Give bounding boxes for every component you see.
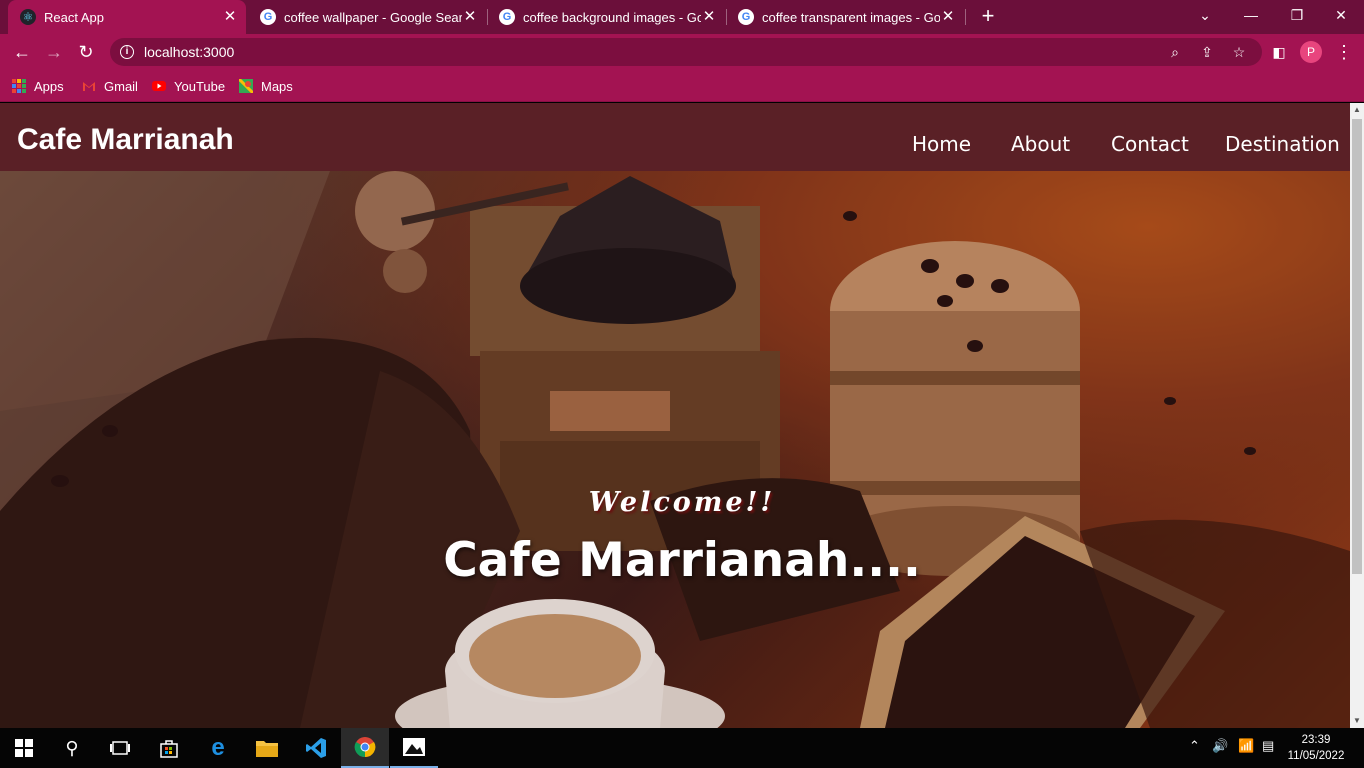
notification-icon[interactable]: ▤	[1262, 738, 1274, 754]
site-brand[interactable]: Cafe Marrianah	[17, 123, 234, 157]
close-icon[interactable]: ✕	[222, 9, 238, 25]
tab-title: coffee background images - Goo	[523, 9, 701, 25]
maps-icon	[239, 79, 253, 93]
gmail-icon	[83, 82, 95, 91]
info-icon[interactable]: i	[120, 45, 134, 59]
store-icon[interactable]	[145, 728, 193, 768]
edge-icon[interactable]: e	[194, 728, 242, 768]
restore-button[interactable]: ❐	[1274, 0, 1320, 30]
tab-title: React App	[44, 9, 104, 25]
tab-search-button[interactable]: ⌄	[1182, 0, 1228, 30]
hero-title: Cafe Marrianah....	[443, 533, 921, 588]
close-icon[interactable]: ✕	[701, 9, 717, 25]
close-window-button[interactable]: ✕	[1318, 0, 1364, 30]
tab-react-app[interactable]: ⚛ React App ✕	[8, 0, 246, 34]
clock-time: 23:39	[1301, 734, 1331, 746]
task-view-icon[interactable]	[96, 728, 144, 768]
bookmark-label: Gmail	[104, 78, 138, 94]
hero-overlay	[0, 171, 1350, 728]
address-bar[interactable]: i localhost:3000 ⌕ ⇪ ☆	[110, 38, 1262, 66]
scroll-thumb[interactable]	[1352, 119, 1362, 574]
site-navbar: Cafe Marrianah Home About Contact Destin…	[0, 103, 1350, 171]
volume-icon[interactable]: 🔊	[1212, 738, 1228, 754]
share-icon[interactable]: ⇪	[1198, 43, 1216, 61]
file-explorer-icon[interactable]	[243, 728, 291, 768]
vscode-icon[interactable]	[292, 728, 340, 768]
tab-coffee-background[interactable]: G coffee background images - Goo ✕	[487, 0, 725, 34]
reload-button[interactable]: ↻	[74, 40, 98, 64]
google-icon: G	[499, 9, 515, 25]
tab-title: coffee wallpaper - Google Search	[284, 9, 462, 25]
clock-date: 11/05/2022	[1287, 750, 1345, 762]
react-icon: ⚛	[20, 9, 36, 25]
browser-tabstrip: ⚛ React App ✕ G coffee wallpaper - Googl…	[0, 0, 1364, 34]
nav-home[interactable]: Home	[912, 132, 971, 156]
bookmarks-bar: Apps Gmail YouTube Maps	[0, 70, 1364, 102]
windows-taskbar: ⚲ e ⌃ 🔊 📶 ▤ 23:39 11/05/2022	[0, 728, 1364, 768]
bookmark-label: YouTube	[174, 78, 226, 94]
tab-title: coffee transparent images - Goo	[762, 9, 940, 25]
system-clock[interactable]: 23:39 11/05/2022	[1284, 732, 1348, 764]
bookmark-youtube[interactable]: YouTube	[152, 76, 225, 96]
nav-destination[interactable]: Destination	[1225, 132, 1340, 156]
bookmark-maps[interactable]: Maps	[239, 76, 293, 96]
apps-icon	[12, 79, 26, 93]
hero-welcome: Welcome!!	[588, 487, 776, 518]
menu-button[interactable]: ⋮	[1332, 40, 1356, 64]
photos-icon[interactable]	[390, 728, 438, 768]
page-viewport: Cafe Marrianah Home About Contact Destin…	[0, 103, 1350, 728]
tab-separator	[965, 9, 966, 25]
profile-avatar[interactable]: P	[1300, 41, 1322, 63]
url-text: localhost:3000	[144, 44, 235, 60]
zoom-icon[interactable]: ⌕	[1166, 43, 1184, 61]
browser-toolbar: ← → ↻ i localhost:3000 ⌕ ⇪ ☆ ◧ P ⋮	[0, 34, 1364, 70]
side-panel-button[interactable]: ◧	[1267, 40, 1291, 64]
chevron-up-icon[interactable]: ⌃	[1189, 738, 1200, 754]
nav-contact[interactable]: Contact	[1111, 132, 1189, 156]
forward-button[interactable]: →	[42, 40, 66, 64]
search-icon[interactable]: ⚲	[48, 728, 96, 768]
youtube-icon	[152, 81, 166, 91]
scroll-up-arrow[interactable]: ▲	[1350, 103, 1364, 117]
bookmark-apps[interactable]: Apps	[12, 76, 64, 96]
nav-about[interactable]: About	[1011, 132, 1070, 156]
bookmark-star-icon[interactable]: ☆	[1230, 43, 1248, 61]
close-icon[interactable]: ✕	[462, 9, 478, 25]
page-scrollbar[interactable]: ▲ ▼	[1350, 103, 1364, 728]
bookmark-gmail[interactable]: Gmail	[82, 76, 138, 96]
google-icon: G	[260, 9, 276, 25]
tab-coffee-wallpaper[interactable]: G coffee wallpaper - Google Search ✕	[248, 0, 486, 34]
windows-icon	[15, 739, 33, 757]
close-icon[interactable]: ✕	[940, 9, 956, 25]
minimize-button[interactable]: —	[1228, 0, 1274, 30]
back-button[interactable]: ←	[10, 40, 34, 64]
bookmark-label: Maps	[261, 78, 293, 94]
scroll-down-arrow[interactable]: ▼	[1350, 714, 1364, 728]
network-icon[interactable]: 📶	[1238, 738, 1254, 754]
hero-section	[0, 171, 1350, 728]
chrome-icon[interactable]	[341, 728, 389, 768]
bookmark-label: Apps	[34, 78, 64, 94]
start-button[interactable]	[0, 728, 48, 768]
tab-coffee-transparent[interactable]: G coffee transparent images - Goo ✕	[726, 0, 964, 34]
new-tab-button[interactable]: +	[976, 5, 1000, 29]
google-icon: G	[738, 9, 754, 25]
